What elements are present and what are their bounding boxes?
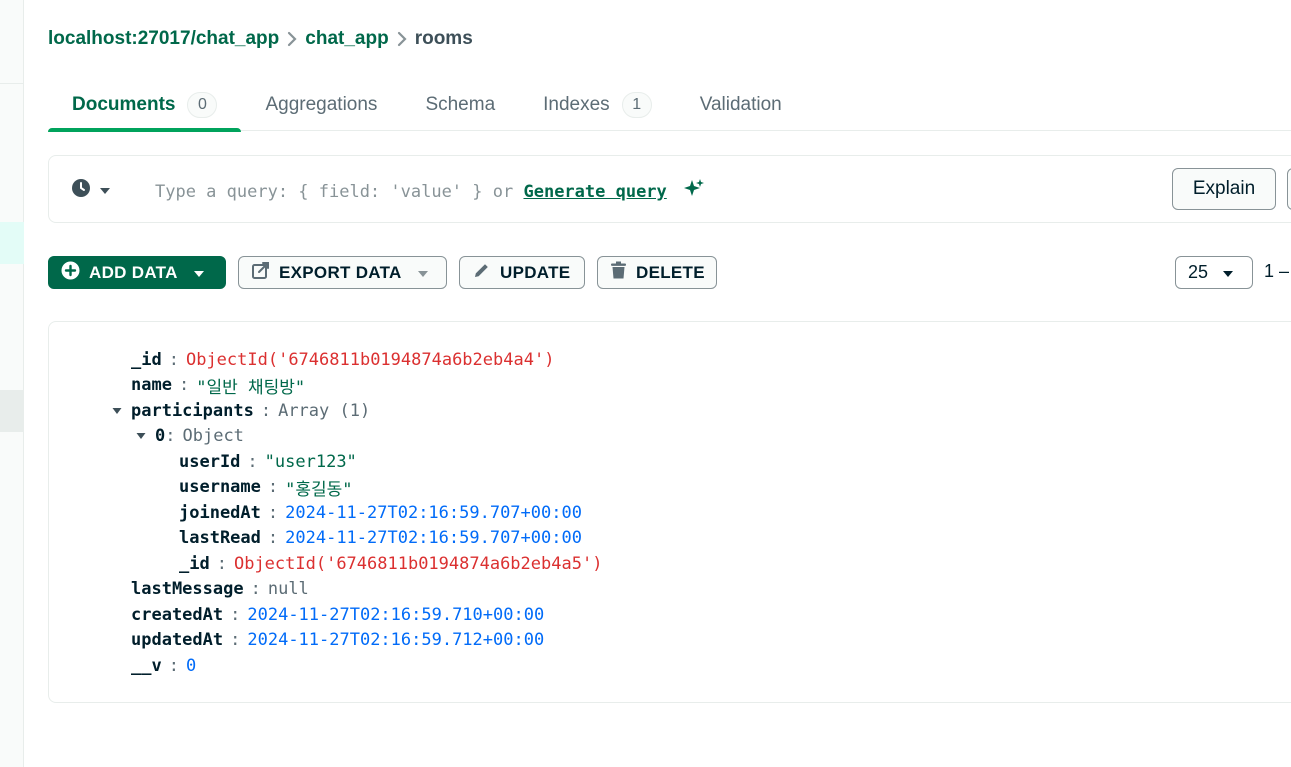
tab-label: Schema bbox=[425, 93, 496, 115]
field-value: 2024-11-27T02:16:59.710+00:00 bbox=[247, 604, 545, 625]
tab-label: Indexes bbox=[543, 93, 610, 115]
document-card[interactable]: _id: ObjectId('6746811b0194874a6b2eb4a4'… bbox=[48, 321, 1291, 703]
field-row[interactable]: userId: "user123" bbox=[49, 449, 602, 475]
chevron-down-icon bbox=[417, 263, 429, 283]
query-bar: Type a query: { field: 'value' } or Gene… bbox=[48, 155, 1291, 223]
caret-down-icon[interactable] bbox=[111, 405, 123, 417]
field-value: 2024-11-27T02:16:59.707+00:00 bbox=[285, 528, 582, 549]
collection-tabs: Documents 0 Aggregations Schema Indexes … bbox=[48, 78, 1291, 132]
field-value: 2024-11-27T02:16:59.707+00:00 bbox=[285, 502, 582, 523]
breadcrumb-collection: rooms bbox=[414, 28, 473, 49]
field-key: joinedAt bbox=[179, 502, 261, 523]
explain-button[interactable]: Explain bbox=[1172, 168, 1276, 210]
chevron-right-icon bbox=[287, 31, 297, 47]
field-key: updatedAt bbox=[131, 630, 224, 651]
field-value: 2024-11-27T02:16:59.712+00:00 bbox=[247, 630, 545, 651]
tab-aggregations[interactable]: Aggregations bbox=[241, 78, 401, 131]
field-row[interactable]: 0: Object bbox=[49, 424, 602, 450]
sidebar-hover-item[interactable] bbox=[0, 390, 24, 432]
page-size-select[interactable]: 25 bbox=[1175, 256, 1253, 289]
find-button[interactable] bbox=[1287, 168, 1291, 210]
field-row[interactable]: username: "홍길동" bbox=[49, 475, 602, 501]
add-data-button[interactable]: ADD DATA bbox=[48, 256, 226, 289]
field-key: lastMessage bbox=[131, 579, 244, 600]
field-value: Object bbox=[182, 426, 244, 447]
query-input[interactable]: Type a query: { field: 'value' } or Gene… bbox=[155, 178, 705, 205]
breadcrumb-database[interactable]: chat_app bbox=[305, 28, 388, 50]
query-history-button[interactable] bbox=[71, 178, 111, 203]
tab-label: Aggregations bbox=[265, 93, 378, 115]
tab-documents[interactable]: Documents 0 bbox=[48, 78, 242, 132]
breadcrumb-host[interactable]: localhost:27017/chat_app bbox=[48, 28, 279, 50]
delete-button[interactable]: DELETE bbox=[597, 256, 717, 289]
export-data-label: EXPORT DATA bbox=[279, 262, 402, 282]
field-key: username bbox=[179, 477, 261, 498]
caret-down-icon[interactable] bbox=[135, 430, 147, 442]
generate-query-link[interactable]: Generate query bbox=[523, 182, 666, 202]
tab-indexes[interactable]: Indexes 1 bbox=[519, 78, 676, 131]
chevron-down-icon bbox=[1222, 262, 1234, 283]
field-row[interactable]: _id: ObjectId('6746811b0194874a6b2eb4a5'… bbox=[49, 551, 602, 577]
tab-schema[interactable]: Schema bbox=[401, 78, 519, 131]
query-placeholder: Type a query: { field: 'value' } or bbox=[155, 182, 514, 202]
tab-label: Documents bbox=[72, 93, 176, 115]
update-label: UPDATE bbox=[500, 262, 571, 282]
add-data-label: ADD DATA bbox=[89, 262, 178, 282]
export-icon bbox=[251, 261, 270, 285]
clock-icon bbox=[71, 178, 91, 203]
field-row[interactable]: lastMessage: null bbox=[49, 577, 602, 603]
field-value: ObjectId('6746811b0194874a6b2eb4a5') bbox=[233, 553, 603, 574]
field-key: createdAt bbox=[131, 604, 224, 625]
tab-label: Validation bbox=[699, 93, 782, 115]
sidebar-edge bbox=[0, 0, 24, 767]
field-value: 0 bbox=[185, 655, 197, 676]
tab-validation[interactable]: Validation bbox=[676, 78, 806, 131]
field-value: "홍길동" bbox=[285, 479, 353, 500]
chevron-right-icon bbox=[397, 31, 407, 47]
trash-icon bbox=[610, 261, 627, 285]
field-row[interactable]: participants: Array (1) bbox=[49, 398, 602, 424]
field-key: name bbox=[131, 375, 172, 396]
field-value: ObjectId('6746811b0194874a6b2eb4a4') bbox=[185, 349, 555, 370]
documents-count-badge: 0 bbox=[187, 91, 218, 118]
field-row[interactable]: name: "일반 채팅방" bbox=[49, 373, 602, 399]
chevron-down-icon bbox=[193, 263, 205, 283]
sparkle-icon bbox=[683, 178, 705, 205]
field-row[interactable]: updatedAt: 2024-11-27T02:16:59.712+00:00 bbox=[49, 628, 602, 654]
field-key: 0 bbox=[155, 426, 166, 447]
field-key: _id bbox=[131, 349, 162, 370]
field-row[interactable]: _id: ObjectId('6746811b0194874a6b2eb4a4'… bbox=[49, 347, 602, 373]
field-row[interactable]: createdAt: 2024-11-27T02:16:59.710+00:00 bbox=[49, 602, 602, 628]
page-size-value: 25 bbox=[1188, 262, 1209, 282]
field-value: null bbox=[267, 579, 309, 600]
documents-toolbar: ADD DATA EXPORT DATA UPDATE DELETE bbox=[48, 256, 717, 289]
document-fields: _id: ObjectId('6746811b0194874a6b2eb4a4'… bbox=[49, 347, 602, 679]
field-key: _id bbox=[179, 553, 210, 574]
field-key: participants bbox=[131, 400, 254, 421]
sidebar-active-item[interactable] bbox=[0, 222, 24, 264]
field-row[interactable]: joinedAt: 2024-11-27T02:16:59.707+00:00 bbox=[49, 500, 602, 526]
update-button[interactable]: UPDATE bbox=[459, 256, 585, 289]
field-value: "일반 채팅방" bbox=[196, 377, 306, 398]
chevron-down-icon bbox=[99, 182, 111, 200]
pagination-range: 1 – bbox=[1264, 261, 1290, 281]
field-key: userId bbox=[179, 451, 241, 472]
field-key: lastRead bbox=[179, 528, 261, 549]
export-data-button[interactable]: EXPORT DATA bbox=[238, 256, 447, 289]
plus-circle-icon bbox=[61, 261, 80, 285]
sidebar-divider bbox=[0, 83, 24, 84]
field-row[interactable]: lastRead: 2024-11-27T02:16:59.707+00:00 bbox=[49, 526, 602, 552]
field-value: "user123" bbox=[264, 451, 357, 472]
breadcrumb: localhost:27017/chat_app chat_app rooms bbox=[48, 26, 473, 52]
field-row[interactable]: __v: 0 bbox=[49, 653, 602, 679]
field-value: Array (1) bbox=[278, 400, 371, 421]
field-key: __v bbox=[131, 655, 162, 676]
pencil-icon bbox=[472, 261, 491, 285]
indexes-count-badge: 1 bbox=[621, 91, 652, 118]
delete-label: DELETE bbox=[636, 262, 705, 282]
